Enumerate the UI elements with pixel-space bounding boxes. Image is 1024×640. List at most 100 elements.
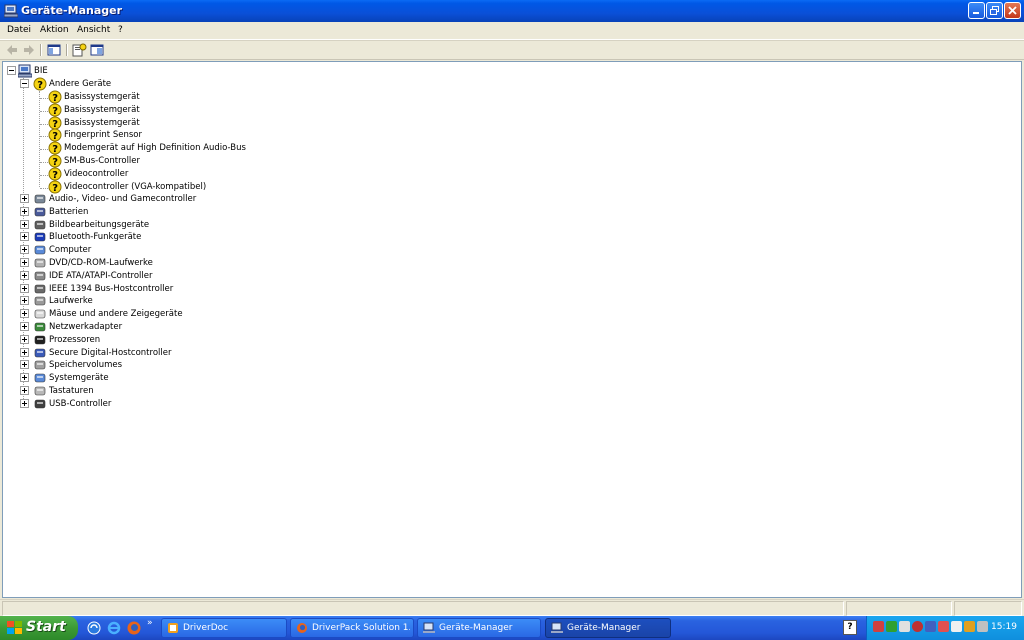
tree-node-label: IEEE 1394 Bus-Hostcontroller: [49, 283, 174, 294]
close-button[interactable]: [1004, 2, 1021, 19]
menu-ansicht[interactable]: Ansicht: [77, 25, 110, 35]
tree-node-label: Systemgeräte: [49, 373, 109, 384]
device-manager-icon: [4, 4, 18, 18]
taskbar-item-label: Geräte-Manager: [567, 623, 641, 633]
expand-button[interactable]: [20, 232, 29, 242]
minimize-icon: [973, 12, 979, 14]
taskbar-item-device-manager-active[interactable]: Geräte-Manager: [545, 618, 671, 638]
help-view-icon[interactable]: [89, 42, 105, 58]
taskbar-item-driverdoc[interactable]: DriverDoc: [161, 618, 287, 638]
forward-icon[interactable]: [21, 42, 37, 58]
tray-usb-icon[interactable]: [977, 621, 988, 632]
taskbar-item-device-manager[interactable]: Geräte-Manager: [417, 618, 541, 638]
tree-node-label: Speichervolumes: [49, 360, 123, 371]
expand-button[interactable]: [20, 360, 29, 370]
tree-guide-line: [40, 149, 48, 151]
show-desktop-icon[interactable]: [86, 620, 102, 636]
tree-node-label: Computer: [49, 245, 92, 256]
tray-antivirus-icon[interactable]: [912, 621, 923, 632]
tree-node-label: Audio-, Video- und Gamecontroller: [49, 194, 197, 204]
menu-aktion[interactable]: Aktion: [40, 25, 69, 35]
minimize-button[interactable]: [968, 2, 985, 19]
expand-button[interactable]: [20, 334, 29, 344]
expand-button[interactable]: [20, 219, 29, 229]
usb-icon: [34, 399, 46, 409]
tree-guide-line: [40, 123, 48, 125]
expand-button[interactable]: [20, 347, 29, 357]
expand-button[interactable]: [20, 322, 29, 331]
expand-button[interactable]: [20, 296, 29, 306]
expand-button[interactable]: [20, 309, 29, 319]
tree-node-label: Netzwerkadapter: [49, 322, 123, 332]
firefox-icon[interactable]: [126, 620, 142, 636]
taskbar: Start » DriverDoc DriverPack Solution 1.…: [0, 616, 1024, 640]
expand-button[interactable]: [20, 398, 29, 408]
clock: 15:19: [991, 622, 1017, 632]
properties-icon[interactable]: [71, 42, 87, 58]
title-bar[interactable]: Geräte-Manager: [0, 0, 1024, 22]
expand-button[interactable]: [20, 206, 29, 216]
tree-node-label: Tastaturen: [49, 386, 94, 396]
tree-guide-line: [39, 91, 40, 187]
menu-help[interactable]: ?: [118, 25, 123, 35]
device-manager-icon: [551, 622, 563, 633]
status-pane: [846, 601, 952, 616]
tree-guide-line: [40, 187, 48, 189]
expand-button[interactable]: [20, 245, 29, 255]
expand-button[interactable]: [20, 386, 29, 395]
collapse-other-devices-button[interactable]: [20, 79, 29, 88]
menu-datei[interactable]: Datei: [7, 25, 31, 35]
driverdoc-icon: [168, 623, 178, 633]
tree-leaf-label: Modemgerät auf High Definition Audio-Bus: [64, 143, 246, 154]
taskbar-item-driverpack[interactable]: DriverPack Solution 1...: [290, 618, 414, 638]
tree-guide-line: [40, 98, 48, 99]
expand-button[interactable]: [20, 258, 29, 267]
svg-text:?: ?: [52, 183, 58, 194]
device-tree[interactable]: BIE ? Andere Geräte ? Basissystemgerät? Ba…: [2, 61, 1022, 598]
tray-update-icon[interactable]: [964, 621, 975, 632]
tree-leaf-label: SM-Bus-Controller: [64, 156, 141, 166]
expand-button[interactable]: [20, 194, 29, 203]
tree-guide-line: [40, 136, 48, 138]
tree-leaf-label: Fingerprint Sensor: [64, 130, 142, 141]
svg-text:?: ?: [37, 80, 43, 91]
tree-leaf-label: Basissystemgerät: [64, 104, 140, 115]
unknown-device-icon: ?: [33, 77, 47, 91]
tree-guide-line: [40, 162, 48, 163]
tree-leaf-label: Basissystemgerät: [64, 92, 140, 102]
tray-network-icon[interactable]: [925, 621, 936, 632]
tray-monitor-icon[interactable]: [873, 621, 884, 632]
restore-button[interactable]: [986, 2, 1003, 19]
tray-shield-icon[interactable]: [886, 621, 897, 632]
status-bar: [0, 599, 1024, 616]
status-pane: [954, 601, 1022, 616]
taskbar-item-label: DriverPack Solution 1...: [312, 623, 410, 633]
status-pane: [2, 601, 844, 616]
help-button[interactable]: ?: [843, 620, 857, 635]
expand-button[interactable]: [20, 270, 29, 280]
tree-guide-line: [40, 174, 48, 176]
start-label: Start: [26, 619, 66, 635]
tree-node-label: Secure Digital-Hostcontroller: [49, 347, 172, 358]
tree-root-label: BIE: [34, 66, 48, 76]
quicklaunch-expand-icon[interactable]: »: [147, 618, 153, 628]
expand-button[interactable]: [20, 283, 29, 293]
tray-wifi-icon[interactable]: [899, 621, 910, 632]
tree-leaf-label: Videocontroller (VGA-kompatibel): [64, 181, 207, 192]
back-icon[interactable]: [4, 42, 20, 58]
computer-icon: [18, 64, 32, 78]
console-tree-icon[interactable]: [46, 42, 62, 58]
tree-leaf-label: Basissystemgerät: [64, 117, 140, 128]
tree-node-label: Bildbearbeitungsgeräte: [49, 219, 150, 230]
internet-explorer-icon[interactable]: [106, 620, 122, 636]
tray-volume-icon[interactable]: [951, 621, 962, 632]
tree-leaf-label: Videocontroller: [64, 168, 129, 179]
tree-node-label: Bluetooth-Funkgeräte: [49, 232, 142, 243]
collapse-root-button[interactable]: [7, 66, 16, 75]
tray-alert-icon[interactable]: [938, 621, 949, 632]
toolbar-separator: [40, 44, 42, 56]
firefox-icon: [297, 623, 307, 633]
start-button[interactable]: Start: [0, 616, 78, 640]
expand-button[interactable]: [20, 373, 29, 383]
toolbar: [0, 40, 1024, 60]
